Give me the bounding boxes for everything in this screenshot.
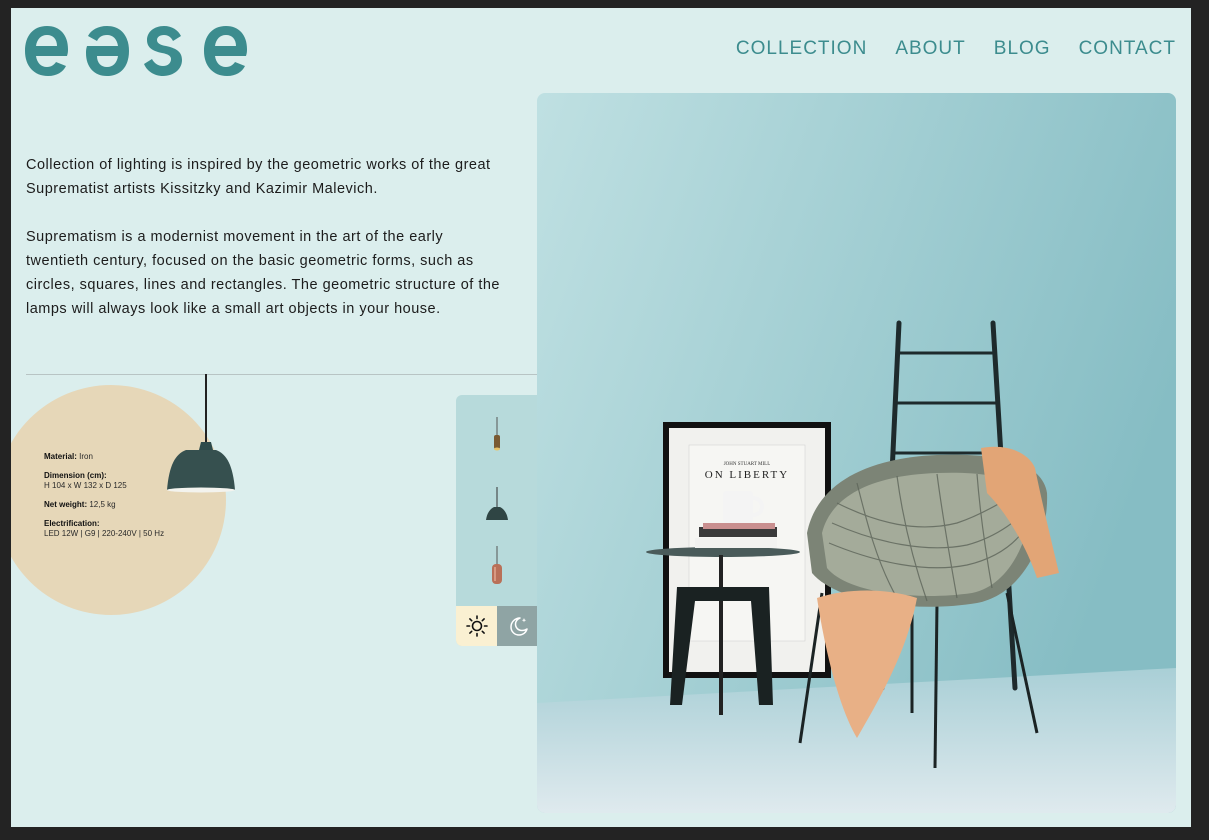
- spec-dimension-value: H 104 x W 132 x D 125: [44, 481, 127, 490]
- spec-electrification-value: LED 12W | G9 | 220-240V | 50 Hz: [44, 529, 165, 538]
- lamp-thumbnail-brass[interactable]: [456, 407, 538, 467]
- spec-electrification: Electrification: LED 12W | G9 | 220-240V…: [44, 519, 164, 539]
- spec-weight-value: 12,5 kg: [89, 500, 116, 509]
- night-mode-toggle[interactable]: [497, 606, 538, 646]
- main-nav: COLLECTION ABOUT BLOG CONTACT: [736, 38, 1176, 60]
- sun-icon: [465, 615, 488, 637]
- ease-logo[interactable]: [25, 22, 247, 78]
- spec-electrification-label: Electrification:: [44, 519, 100, 528]
- spec-dimension: Dimension (cm): H 104 x W 132 x D 125: [44, 471, 164, 491]
- page: COLLECTION ABOUT BLOG CONTACT Collection…: [11, 8, 1191, 827]
- product-specs: Material: Iron Dimension (cm): H 104 x W…: [44, 452, 164, 548]
- lamp-thumbnail-dark[interactable]: [456, 475, 538, 535]
- intro-text: Collection of lighting is inspired by th…: [26, 153, 506, 345]
- spec-weight-label: Net weight:: [44, 500, 88, 509]
- dark-pendant-icon: [486, 487, 508, 520]
- intro-paragraph-2: Suprematism is a modernist movement in t…: [26, 229, 500, 317]
- lamp-thumbnail-copper[interactable]: [456, 537, 538, 597]
- poster-author: JOHN STUART MILL: [724, 462, 771, 467]
- spec-material: Material: Iron: [44, 452, 164, 462]
- copper-pendant-icon: [492, 546, 502, 584]
- spec-material-label: Material:: [44, 452, 77, 461]
- pendant-lamp-image: [167, 374, 235, 493]
- nav-collection[interactable]: COLLECTION: [736, 38, 867, 60]
- nav-contact[interactable]: CONTACT: [1079, 38, 1176, 60]
- moon-icon: [509, 617, 528, 636]
- divider: [26, 374, 538, 375]
- chair-scene-illustration: JOHN STUART MILL ON LIBERTY: [537, 93, 1176, 813]
- poster-title: ON LIBERTY: [705, 469, 789, 481]
- hero-interior-image: JOHN STUART MILL ON LIBERTY: [537, 93, 1176, 813]
- spec-weight: Net weight: 12,5 kg: [44, 500, 164, 510]
- spec-material-value: Iron: [79, 452, 93, 461]
- day-mode-toggle[interactable]: [456, 606, 497, 646]
- intro-paragraph-1: Collection of lighting is inspired by th…: [26, 157, 491, 197]
- nav-blog[interactable]: BLOG: [994, 38, 1051, 60]
- lamp-selector-panel: [456, 395, 538, 646]
- brass-pendant-icon: [494, 417, 500, 451]
- spec-dimension-label: Dimension (cm):: [44, 471, 107, 480]
- nav-about[interactable]: ABOUT: [895, 38, 965, 60]
